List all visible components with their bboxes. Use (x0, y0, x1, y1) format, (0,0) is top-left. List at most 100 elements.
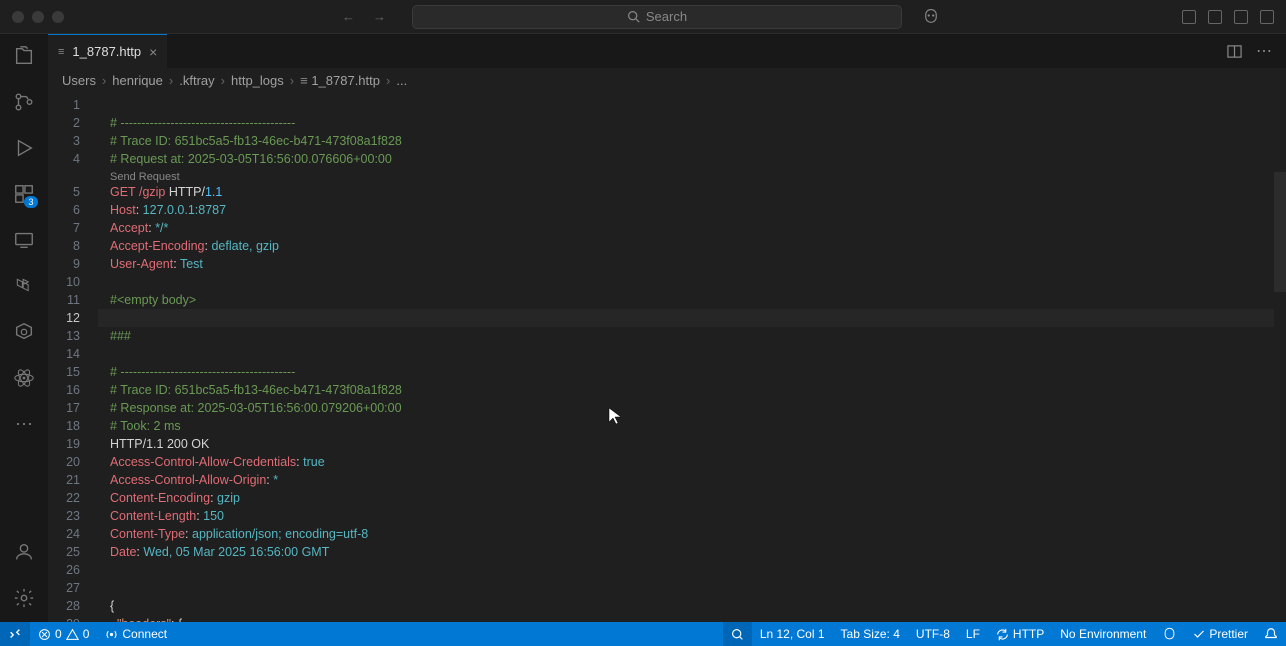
token: Accept (110, 221, 148, 235)
status-connect[interactable]: Connect (97, 622, 175, 646)
minimize-window-icon[interactable] (32, 11, 44, 23)
line-number: 2 (48, 114, 80, 132)
extensions-icon[interactable]: 3 (12, 182, 36, 206)
layout-sidebar-left-icon[interactable] (1208, 10, 1222, 24)
code-line[interactable]: "headers": { (98, 615, 1286, 622)
code-line[interactable] (98, 561, 1286, 579)
code-content[interactable]: # --------------------------------------… (98, 92, 1286, 622)
layout-sidebar-right-icon[interactable] (1260, 10, 1274, 24)
code-line[interactable]: HTTP/1.1 200 OK (98, 435, 1286, 453)
breadcrumb[interactable]: Users›henrique›.kftray›http_logs›≡ 1_878… (48, 68, 1286, 92)
code-line[interactable] (98, 273, 1286, 291)
status-eol[interactable]: LF (958, 622, 988, 646)
title-bar: ← → Search (0, 0, 1286, 34)
codelens-send-request[interactable]: Send Request (98, 168, 1286, 183)
terraform-icon[interactable] (12, 274, 36, 298)
minimap[interactable] (1274, 92, 1286, 622)
breadcrumb-item[interactable]: Users (62, 73, 96, 88)
code-line[interactable]: Content-Encoding: gzip (98, 489, 1286, 507)
status-cursor[interactable]: Ln 12, Col 1 (752, 622, 833, 646)
breadcrumb-item[interactable]: henrique (112, 73, 163, 88)
nav-back-icon[interactable]: ← (342, 9, 355, 24)
more-icon[interactable]: ⋯ (12, 412, 36, 436)
account-icon[interactable] (12, 540, 36, 564)
tab-file[interactable]: ≡ 1_8787.http × (48, 34, 167, 68)
status-prettier[interactable]: Prettier (1185, 622, 1256, 646)
code-line[interactable]: ### (98, 327, 1286, 345)
status-lang[interactable]: HTTP (988, 622, 1052, 646)
code-line[interactable]: Access-Control-Allow-Credentials: true (98, 453, 1286, 471)
code-line[interactable]: # Took: 2 ms (98, 417, 1286, 435)
line-number: 12 (48, 309, 80, 327)
explorer-icon[interactable] (12, 44, 36, 68)
remote-explorer-icon[interactable] (12, 228, 36, 252)
line-number: 7 (48, 219, 80, 237)
code-line[interactable]: # Trace ID: 651bc5a5-fb13-46ec-b471-473f… (98, 132, 1286, 150)
minimap-thumb[interactable] (1274, 172, 1286, 292)
split-editor-icon[interactable] (1227, 44, 1242, 59)
code-line[interactable] (98, 579, 1286, 597)
warning-icon (66, 628, 79, 641)
code-line[interactable] (98, 96, 1286, 114)
breadcrumb-item[interactable]: ≡ 1_8787.http (300, 73, 380, 88)
code-line[interactable]: Host: 127.0.0.1:8787 (98, 201, 1286, 219)
code-line[interactable] (98, 309, 1286, 327)
code-line[interactable]: Access-Control-Allow-Origin: * (98, 471, 1286, 489)
line-number: 25 (48, 543, 80, 561)
code-line[interactable]: # Trace ID: 651bc5a5-fb13-46ec-b471-473f… (98, 381, 1286, 399)
source-control-icon[interactable] (12, 90, 36, 114)
react-icon[interactable] (12, 366, 36, 390)
token: # Took: 2 ms (110, 419, 181, 433)
code-line[interactable] (98, 345, 1286, 363)
code-line[interactable]: # --------------------------------------… (98, 363, 1286, 381)
code-line[interactable]: # Response at: 2025-03-05T16:56:00.07920… (98, 399, 1286, 417)
bell-icon (1264, 627, 1278, 641)
status-bar: 0 0 Connect Ln 12, Col 1 Tab Size: 4 UTF… (0, 622, 1286, 646)
status-env[interactable]: No Environment (1052, 622, 1154, 646)
breadcrumb-item[interactable]: .kftray (179, 73, 214, 88)
code-line[interactable]: # --------------------------------------… (98, 114, 1286, 132)
code-line[interactable]: GET /gzip HTTP/1.1 (98, 183, 1286, 201)
close-tab-icon[interactable]: × (149, 44, 157, 60)
code-line[interactable]: User-Agent: Test (98, 255, 1286, 273)
code-line[interactable]: Date: Wed, 05 Mar 2025 16:56:00 GMT (98, 543, 1286, 561)
status-notifications[interactable] (1256, 622, 1286, 646)
breadcrumb-item[interactable]: http_logs (231, 73, 284, 88)
status-encoding[interactable]: UTF-8 (908, 622, 958, 646)
layout-panel-icon[interactable] (1182, 10, 1196, 24)
token: gzip (217, 491, 240, 505)
close-window-icon[interactable] (12, 11, 24, 23)
token: # --------------------------------------… (110, 116, 295, 130)
breadcrumb-separator: › (290, 73, 294, 88)
code-line[interactable]: # Request at: 2025-03-05T16:56:00.076606… (98, 150, 1286, 168)
activity-bar: 3 ⋯ (0, 34, 48, 622)
settings-gear-icon[interactable] (12, 586, 36, 610)
status-copilot[interactable] (1154, 622, 1185, 646)
token: deflate, gzip (211, 239, 278, 253)
status-tabsize[interactable]: Tab Size: 4 (833, 622, 908, 646)
more-actions-icon[interactable]: ⋯ (1256, 41, 1272, 61)
status-search[interactable] (723, 622, 752, 646)
search-input[interactable]: Search (412, 5, 902, 29)
run-debug-icon[interactable] (12, 136, 36, 160)
editor-body[interactable]: 1234567891011121314151617181920212223242… (48, 92, 1286, 622)
code-line[interactable]: { (98, 597, 1286, 615)
kubernetes-icon[interactable] (12, 320, 36, 344)
code-line[interactable]: #<empty body> (98, 291, 1286, 309)
remote-indicator[interactable] (0, 622, 30, 646)
copilot-icon[interactable] (922, 8, 940, 26)
status-problems[interactable]: 0 0 (30, 622, 97, 646)
nav-forward-icon[interactable]: → (373, 9, 386, 24)
token: Content-Type (110, 527, 185, 541)
line-number: 4 (48, 150, 80, 168)
warning-count: 0 (83, 627, 90, 641)
maximize-window-icon[interactable] (52, 11, 64, 23)
token: * (273, 473, 278, 487)
breadcrumb-item[interactable]: ... (396, 73, 407, 88)
code-line[interactable]: Content-Type: application/json; encoding… (98, 525, 1286, 543)
code-line[interactable]: Content-Length: 150 (98, 507, 1286, 525)
connect-label: Connect (122, 627, 167, 641)
code-line[interactable]: Accept-Encoding: deflate, gzip (98, 237, 1286, 255)
layout-panel-bottom-icon[interactable] (1234, 10, 1248, 24)
code-line[interactable]: Accept: */* (98, 219, 1286, 237)
